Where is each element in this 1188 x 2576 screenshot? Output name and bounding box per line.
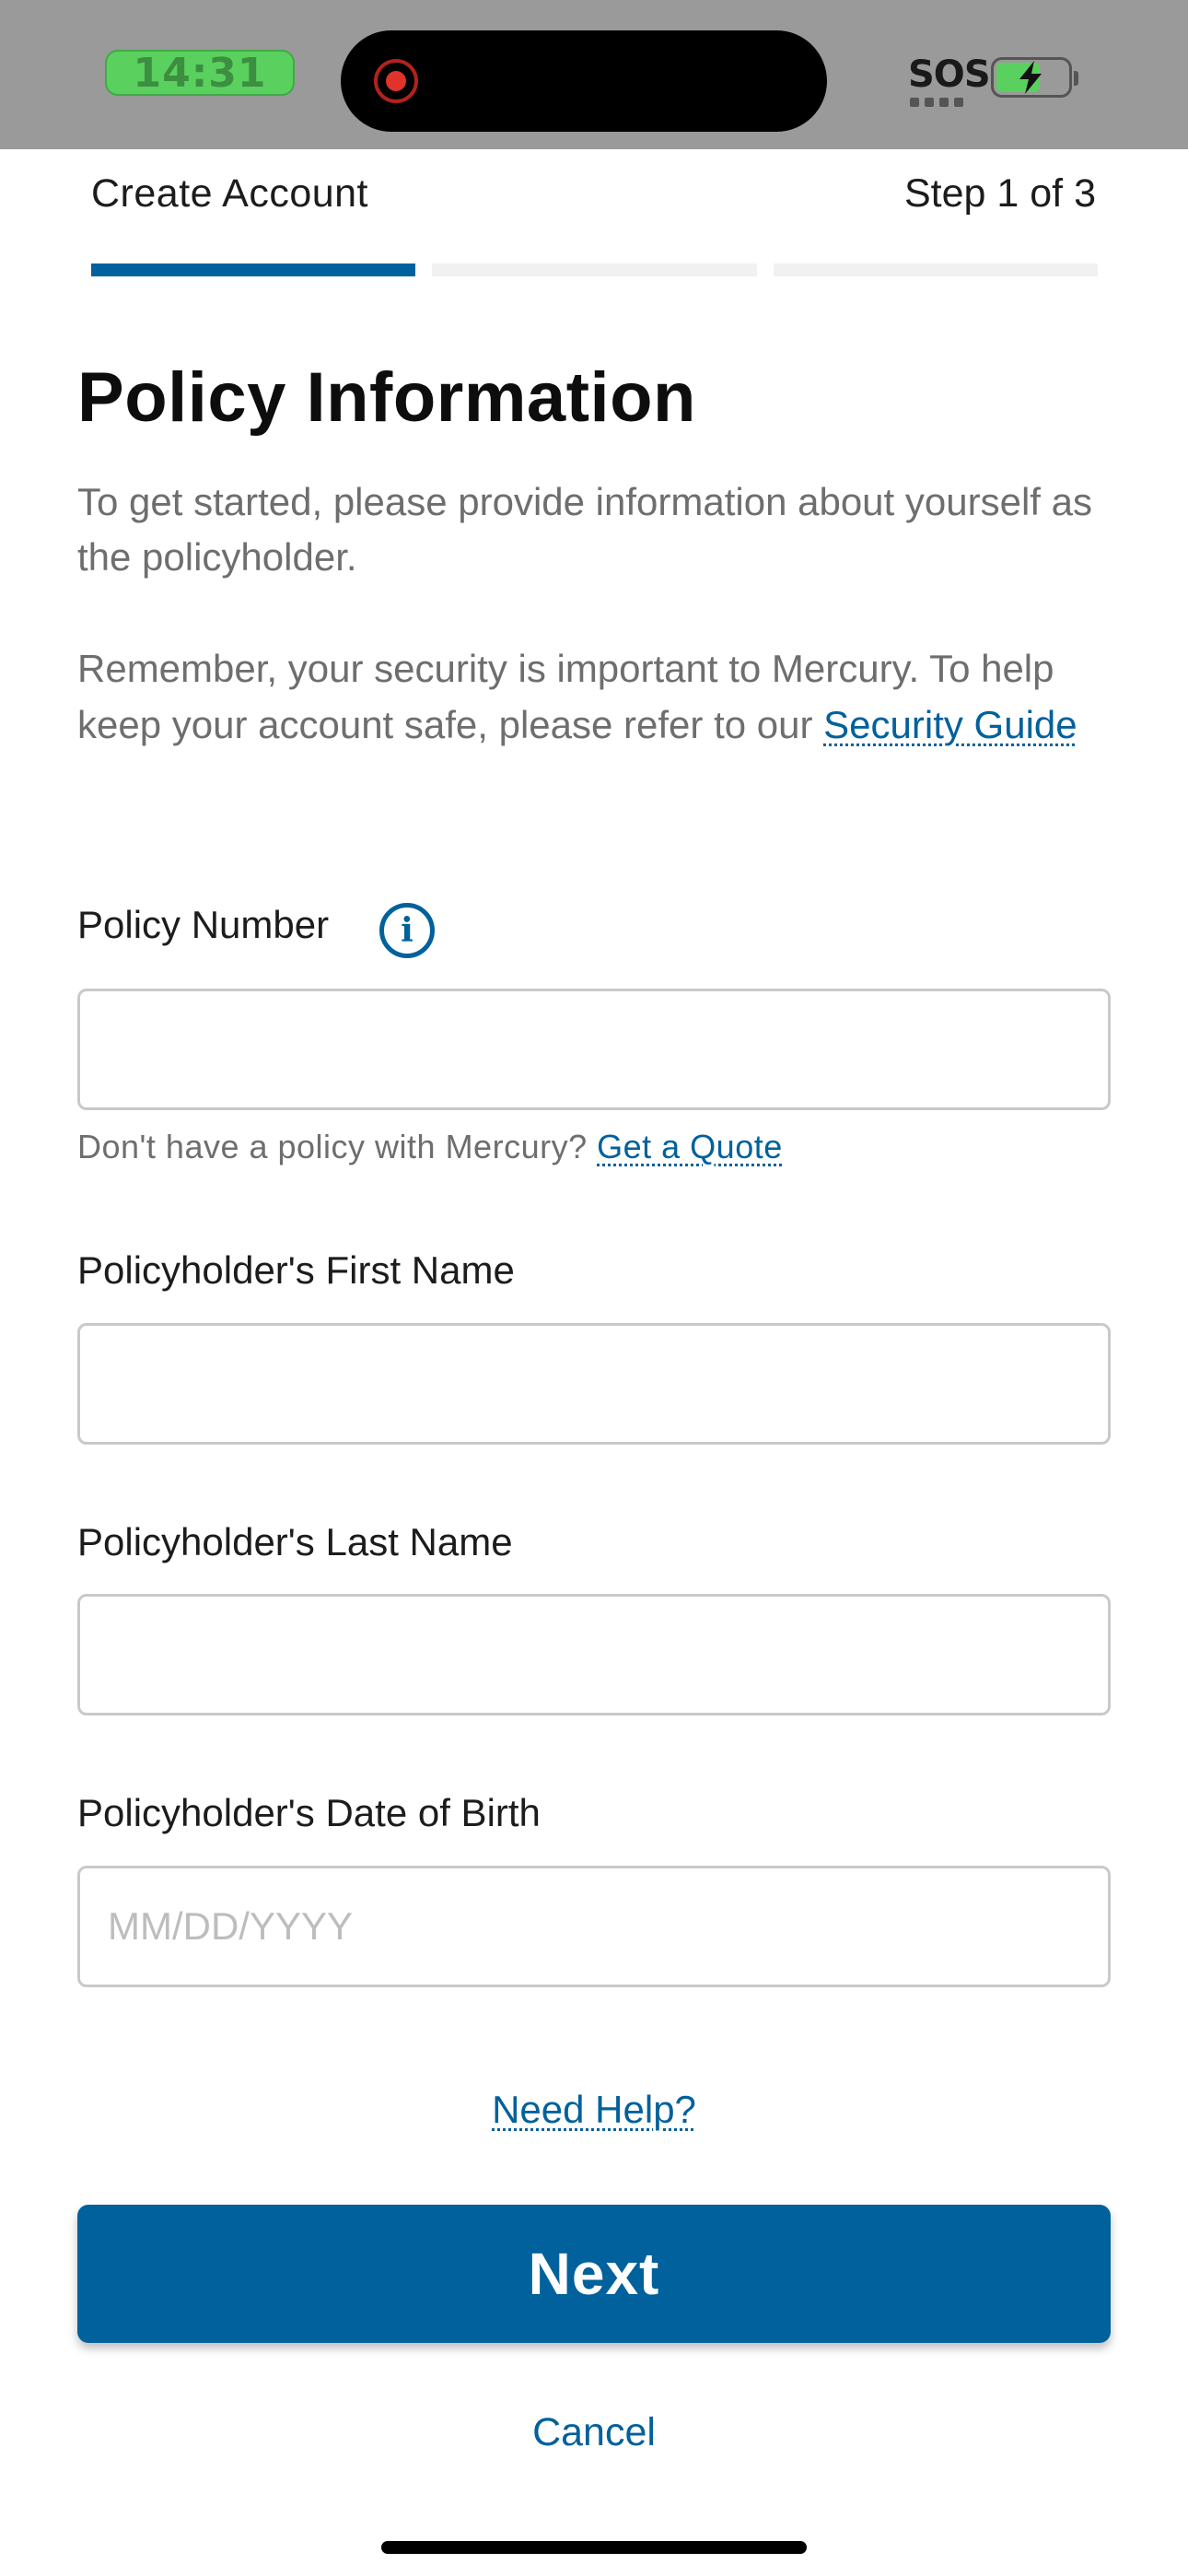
dob-input[interactable] [77, 1866, 1111, 1987]
progress-segment-pending [773, 263, 1098, 276]
need-help-link[interactable]: Need Help? [492, 2088, 696, 2131]
status-bar: 14:31 SOS [0, 0, 1188, 149]
step-progress-bar [91, 263, 1098, 276]
screen-recording-icon [374, 59, 418, 103]
cancel-link[interactable]: Cancel [0, 2410, 1188, 2455]
policy-number-input[interactable] [77, 989, 1111, 1110]
first-name-label: Policyholder's First Name [77, 1248, 515, 1292]
dynamic-island [341, 30, 827, 132]
info-icon[interactable]: i [379, 903, 435, 958]
last-name-label: Policyholder's Last Name [77, 1520, 513, 1563]
security-notice: Remember, your security is important to … [77, 640, 1127, 753]
status-time[interactable]: 14:31 [105, 50, 295, 97]
home-indicator[interactable] [381, 2541, 807, 2554]
get-a-quote-link[interactable]: Get a Quote [597, 1128, 783, 1165]
next-button[interactable]: Next [77, 2205, 1111, 2343]
charging-bolt-icon [1019, 61, 1042, 94]
first-name-input[interactable] [77, 1323, 1111, 1445]
intro-text: To get started, please provide informati… [77, 480, 1092, 579]
quote-helper: Don't have a policy with Mercury? Get a … [77, 1128, 783, 1166]
progress-segment-complete [91, 263, 416, 276]
signal-dots-icon [910, 98, 963, 107]
page-title: Policy Information [77, 358, 696, 437]
sos-indicator: SOS [908, 53, 991, 96]
progress-segment-pending [432, 263, 757, 276]
battery-charging-icon [991, 57, 1078, 98]
need-help-row: Need Help? [0, 2088, 1188, 2132]
dob-label: Policyholder's Date of Birth [77, 1791, 541, 1834]
quote-helper-text: Don't have a policy with Mercury? [77, 1128, 588, 1165]
security-guide-link[interactable]: Security Guide [823, 703, 1077, 746]
header-title: Create Account [91, 171, 369, 216]
step-indicator: Step 1 of 3 [904, 171, 1096, 216]
last-name-input[interactable] [77, 1594, 1111, 1715]
policy-number-label: Policy Number [77, 903, 330, 946]
